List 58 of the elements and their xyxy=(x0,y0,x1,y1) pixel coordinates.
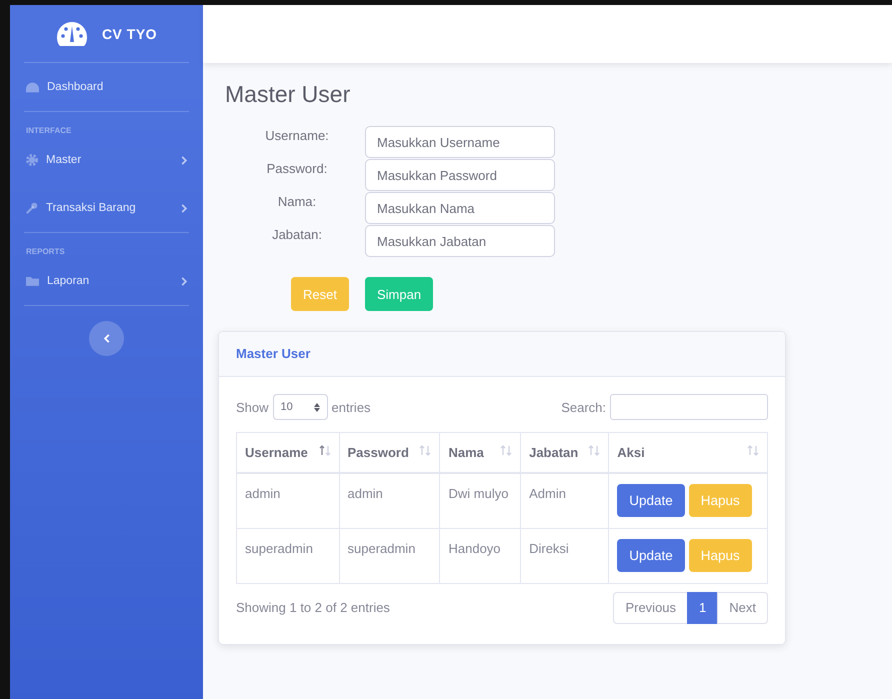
field-label: Nama: xyxy=(276,193,318,211)
column-header[interactable]: Password xyxy=(339,432,440,473)
page-title: Master User xyxy=(225,81,352,108)
card-title: Master User xyxy=(236,346,310,361)
column-header[interactable]: Aksi xyxy=(608,432,768,473)
table-cell: Direksi xyxy=(520,528,609,583)
input-field[interactable]: Masukkan Nama xyxy=(365,192,555,224)
chevron-right-icon xyxy=(181,204,187,212)
updown-caret-icon xyxy=(314,402,320,412)
table-cell: Admin xyxy=(520,473,609,528)
form-button[interactable]: Simpan xyxy=(364,277,434,311)
gauge-logo-icon xyxy=(56,20,88,46)
length-label: Show xyxy=(236,400,269,414)
column-header[interactable]: Jabatan xyxy=(520,432,609,473)
table-cell: admin xyxy=(236,473,339,528)
sidebar-toggle-button[interactable] xyxy=(89,321,124,356)
column-header[interactable]: Username xyxy=(236,432,339,473)
chevron-right-icon xyxy=(181,156,187,164)
action-button[interactable]: Update xyxy=(617,539,685,572)
field-label: Jabatan: xyxy=(271,226,323,244)
input-field[interactable]: Masukkan Password xyxy=(365,159,555,191)
sort-icon xyxy=(500,445,512,456)
section-heading: INTERFACE xyxy=(25,125,72,136)
field-label: Username: xyxy=(264,127,330,145)
action-button[interactable]: Update xyxy=(617,484,685,518)
page-button[interactable]: 1 xyxy=(687,592,718,624)
field-label: Password: xyxy=(266,160,328,178)
nav-menu-item[interactable]: Transaksi Barang xyxy=(24,184,189,232)
sort-icon xyxy=(588,445,600,456)
table-cell: superadmin xyxy=(236,528,339,583)
wrench-icon xyxy=(26,202,38,214)
search-field[interactable] xyxy=(610,394,768,420)
nav-menu-item[interactable]: Master xyxy=(24,136,189,184)
page-button[interactable]: Next xyxy=(717,592,768,624)
chevron-right-icon xyxy=(181,276,187,286)
sort-icon xyxy=(318,445,330,456)
gauge-icon xyxy=(26,82,39,92)
length-label: entries xyxy=(332,400,371,414)
table-cell: Handoyo xyxy=(440,528,521,583)
section-heading: REPORTS xyxy=(25,246,66,257)
column-header[interactable]: Nama xyxy=(440,432,521,473)
sort-icon xyxy=(419,445,432,456)
nav-menu-item[interactable]: Laporan xyxy=(24,257,189,305)
folder-icon xyxy=(26,276,39,286)
table-info: Showing 1 to 2 of 2 entries xyxy=(236,600,390,615)
table-cell: admin xyxy=(339,473,440,528)
entries-select[interactable]: 10 xyxy=(272,394,328,420)
input-field[interactable]: Masukkan Jabatan xyxy=(365,225,555,257)
page-button[interactable]: Previous xyxy=(613,592,688,624)
table-cell: Dwi mulyo xyxy=(440,473,521,528)
nav-link[interactable]: Dashboard xyxy=(24,63,189,111)
brand-name: CV TYO xyxy=(102,26,158,42)
sort-icon xyxy=(747,445,759,456)
search-label: Search: xyxy=(561,400,606,414)
table-cell: superadmin xyxy=(339,528,440,583)
input-field[interactable]: Masukkan Username xyxy=(365,126,555,158)
chevron-left-icon xyxy=(104,334,110,343)
gear-icon xyxy=(26,154,38,166)
